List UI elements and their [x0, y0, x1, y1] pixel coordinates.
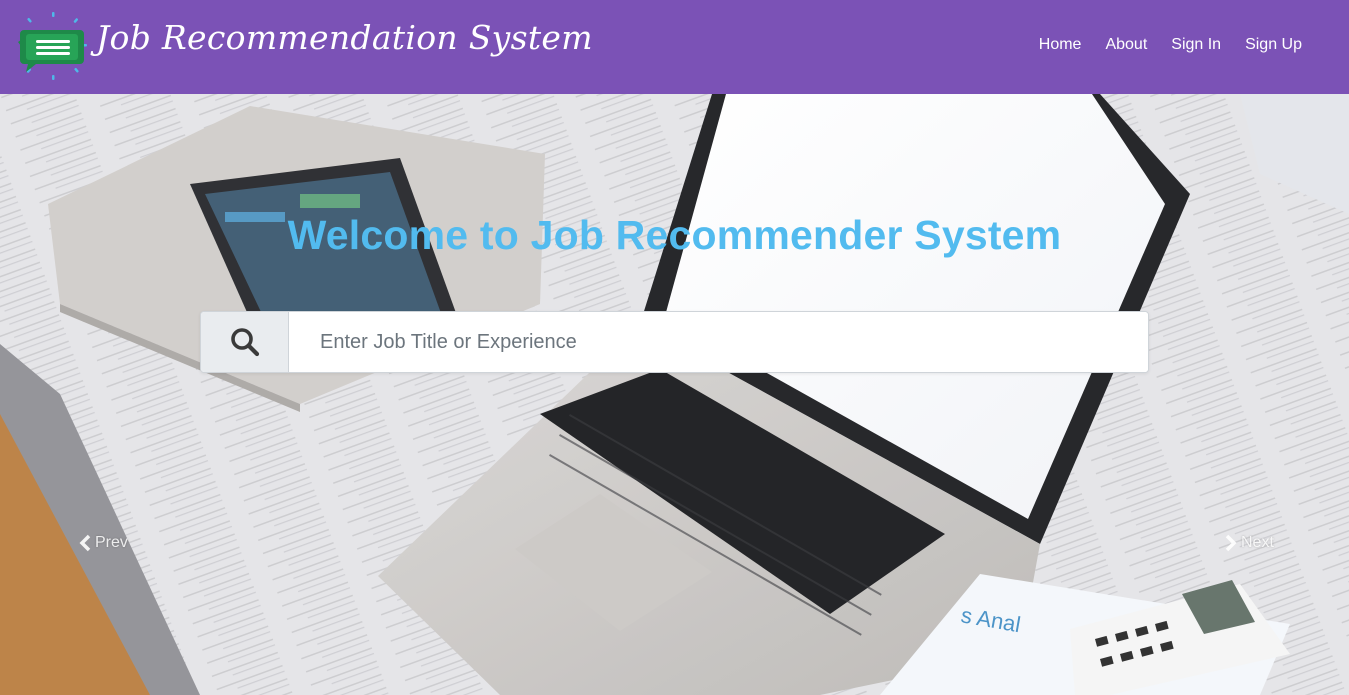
search-icon	[230, 328, 259, 357]
brand-title[interactable]: Job Recommendation System	[96, 18, 593, 57]
chevron-left-icon	[79, 534, 91, 552]
nav-sign-up[interactable]: Sign Up	[1245, 36, 1302, 54]
job-search-input[interactable]	[289, 312, 1148, 372]
carousel-next-label: Next	[1241, 534, 1274, 551]
nav-about[interactable]: About	[1105, 36, 1147, 54]
carousel-prev[interactable]: Prev	[78, 534, 128, 552]
logo-icon[interactable]	[16, 12, 90, 80]
job-search-bar	[200, 311, 1149, 373]
hero-background-image: s Anal	[0, 94, 1349, 695]
carousel-prev-label: Prev	[95, 534, 128, 551]
main-nav: Home About Sign In Sign Up	[1039, 36, 1302, 54]
nav-home[interactable]: Home	[1039, 36, 1082, 54]
search-button[interactable]	[201, 312, 289, 372]
hero-carousel: s Anal Welcome to Job Recommender System	[0, 94, 1349, 695]
welcome-heading: Welcome to Job Recommender System	[287, 212, 1062, 258]
top-navbar: Job Recommendation System Home About Sig…	[0, 0, 1349, 94]
carousel-next[interactable]: Next	[1224, 534, 1274, 552]
chevron-right-icon	[1225, 534, 1237, 552]
nav-sign-in[interactable]: Sign In	[1171, 36, 1221, 54]
